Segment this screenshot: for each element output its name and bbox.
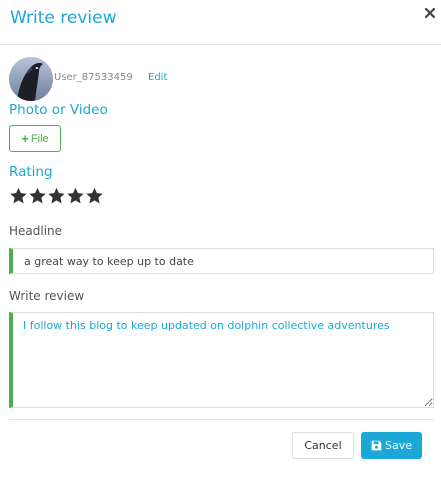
write-review-label: Write review — [9, 289, 85, 303]
add-file-button[interactable]: + File — [9, 125, 61, 152]
user-info: User_87533459 Edit — [9, 57, 309, 103]
close-icon[interactable] — [423, 6, 437, 20]
footer-divider — [9, 419, 434, 420]
save-label: Save — [384, 439, 412, 452]
write-review-modal: Write review User_87533459 Edit Photo or… — [0, 0, 441, 480]
headline-input[interactable] — [9, 248, 434, 274]
modal-header: Write review — [0, 0, 441, 45]
dolphin-avatar-image — [9, 57, 53, 101]
add-file-label: File — [30, 132, 49, 145]
star-rating[interactable] — [9, 186, 104, 208]
plus-icon: + — [21, 131, 29, 146]
star-icon[interactable] — [28, 186, 47, 206]
star-icon[interactable] — [85, 186, 104, 206]
rating-label: Rating — [9, 164, 53, 180]
star-icon[interactable] — [66, 186, 85, 206]
star-icon[interactable] — [47, 186, 66, 206]
star-icon[interactable] — [9, 186, 28, 206]
username: User_87533459 — [54, 72, 133, 83]
modal-title: Write review — [10, 8, 117, 28]
photo-video-label: Photo or Video — [9, 102, 108, 118]
headline-label: Headline — [9, 224, 63, 238]
review-textarea[interactable]: I follow this blog to keep updated on do… — [9, 312, 434, 408]
avatar — [9, 57, 53, 101]
floppy-disk-icon — [371, 440, 382, 451]
edit-profile-link[interactable]: Edit — [148, 72, 167, 83]
cancel-button[interactable]: Cancel — [292, 432, 354, 459]
save-button[interactable]: Save — [361, 432, 422, 459]
